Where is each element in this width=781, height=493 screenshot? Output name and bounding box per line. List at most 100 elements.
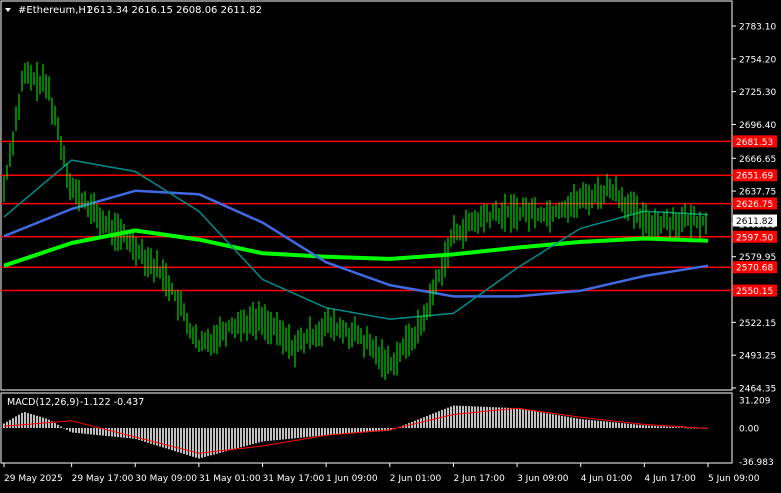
time-axis-label: 4 Jun 17:00 [644, 474, 696, 484]
macd-histogram-bar [669, 426, 671, 428]
price-chart-canvas[interactable]: #Ethereum,H1 2613.34 2616.15 2608.06 261… [0, 0, 781, 489]
macd-histogram-bar [594, 420, 596, 428]
macd-label: MACD(12,26,9) [7, 397, 79, 408]
macd-axis-label: -36.983 [739, 458, 774, 468]
macd-histogram-bar [75, 428, 77, 433]
chart-background [0, 0, 781, 489]
macd-histogram-bar [318, 428, 320, 436]
price-axis-label: 2666.65 [739, 155, 776, 165]
macd-histogram-bar [483, 406, 485, 428]
macd-histogram-bar [198, 428, 200, 459]
price-axis-label: 2754.20 [739, 55, 776, 65]
macd-histogram-bar [243, 428, 245, 447]
macd-histogram-bar [342, 428, 344, 435]
macd-histogram-bar [228, 428, 230, 451]
macd-histogram-bar [249, 428, 251, 445]
macd-histogram-bar [315, 428, 317, 437]
macd-histogram-bar [33, 414, 35, 428]
time-axis-label: 29 May 2025 [4, 474, 63, 484]
macd-histogram-bar [237, 428, 239, 449]
macd-histogram-bar [339, 428, 341, 435]
macd-histogram-bar [255, 428, 257, 444]
macd-histogram-bar [21, 412, 23, 428]
macd-histogram-bar [579, 418, 581, 428]
macd-histogram-bar [84, 428, 86, 434]
macd-histogram-bar [528, 410, 530, 428]
macd-histogram-bar [24, 412, 26, 428]
macd-histogram-bar [333, 428, 335, 435]
macd-histogram-bar [558, 415, 560, 428]
macd-histogram-bar [663, 426, 665, 428]
time-axis-label: 4 Jun 01:00 [581, 474, 633, 484]
macd-histogram-bar [432, 413, 434, 428]
macd-histogram-bar [27, 413, 29, 428]
macd-histogram-bar [591, 420, 593, 428]
macd-histogram-bar [279, 428, 281, 440]
macd-histogram-bar [225, 428, 227, 452]
macd-histogram-bar [609, 421, 611, 428]
macd-histogram-bar [630, 423, 632, 428]
macd-histogram-bar [264, 428, 266, 442]
macd-histogram-bar [465, 406, 467, 428]
macd-histogram-bar [444, 408, 446, 428]
price-axis-label: 2783.10 [739, 23, 776, 33]
macd-histogram-bar [588, 419, 590, 428]
macd-histogram-bar [345, 428, 347, 434]
macd-histogram-bar [6, 421, 8, 428]
macd-histogram-bar [441, 410, 443, 428]
macd-histogram-bar [642, 425, 644, 428]
macd-histogram-bar [615, 422, 617, 428]
macd-histogram-bar [684, 427, 686, 429]
level-price-label: 2597.50 [736, 233, 773, 243]
price-axis-label: 2522.15 [739, 319, 776, 329]
macd-histogram-bar [522, 409, 524, 428]
macd-histogram-bar [69, 428, 71, 432]
macd-histogram-bar [552, 414, 554, 428]
time-axis-label: 2 Jun 17:00 [453, 474, 505, 484]
macd-histogram-bar [540, 412, 542, 428]
macd-histogram-bar [327, 428, 329, 436]
symbol-label: #Ethereum,H1 [18, 5, 92, 16]
macd-histogram-bar [93, 428, 95, 435]
macd-histogram-bar [216, 428, 218, 454]
macd-histogram-bar [519, 408, 521, 428]
macd-histogram-bar [645, 425, 647, 428]
macd-histogram-bar [456, 405, 458, 428]
level-price-label: 2570.68 [736, 264, 773, 274]
macd-histogram-bar [321, 428, 323, 436]
macd-histogram-bar [306, 428, 308, 438]
macd-histogram-bar [81, 428, 83, 434]
macd-histogram-bar [219, 428, 221, 453]
macd-histogram-bar [267, 428, 269, 441]
time-axis-label: 2 Jun 01:00 [390, 474, 442, 484]
time-axis-label: 31 May 17:00 [263, 474, 325, 484]
macd-histogram-bar [564, 416, 566, 428]
macd-axis-label: 31.209 [739, 396, 771, 406]
macd-histogram-bar [129, 428, 131, 439]
macd-histogram-bar [537, 411, 539, 428]
trading-chart-window[interactable]: #Ethereum,H1 2613.34 2616.15 2608.06 261… [0, 0, 781, 489]
macd-histogram-bar [597, 420, 599, 428]
macd-histogram-bar [192, 428, 194, 457]
macd-histogram-bar [486, 406, 488, 428]
current-price-label: 2611.82 [736, 217, 773, 227]
macd-histogram-bar [672, 426, 674, 428]
macd-histogram-bar [525, 409, 527, 428]
macd-histogram-bar [471, 406, 473, 428]
macd-histogram-bar [57, 424, 59, 428]
macd-histogram-bar [600, 421, 602, 428]
macd-histogram-bar [477, 406, 479, 428]
macd-histogram-bar [504, 407, 506, 428]
macd-histogram-bar [18, 414, 20, 428]
macd-histogram-bar [300, 428, 302, 438]
macd-histogram-bar [96, 428, 98, 436]
macd-histogram-bar [561, 415, 563, 428]
macd-histogram-bar [654, 425, 656, 428]
macd-histogram-bar [678, 427, 680, 428]
macd-histogram-bar [126, 428, 128, 438]
macd-histogram-bar [429, 414, 431, 428]
macd-histogram-bar [624, 423, 626, 428]
macd-histogram-bar [324, 428, 326, 436]
macd-histogram-bar [78, 428, 80, 434]
macd-histogram-bar [606, 421, 608, 428]
